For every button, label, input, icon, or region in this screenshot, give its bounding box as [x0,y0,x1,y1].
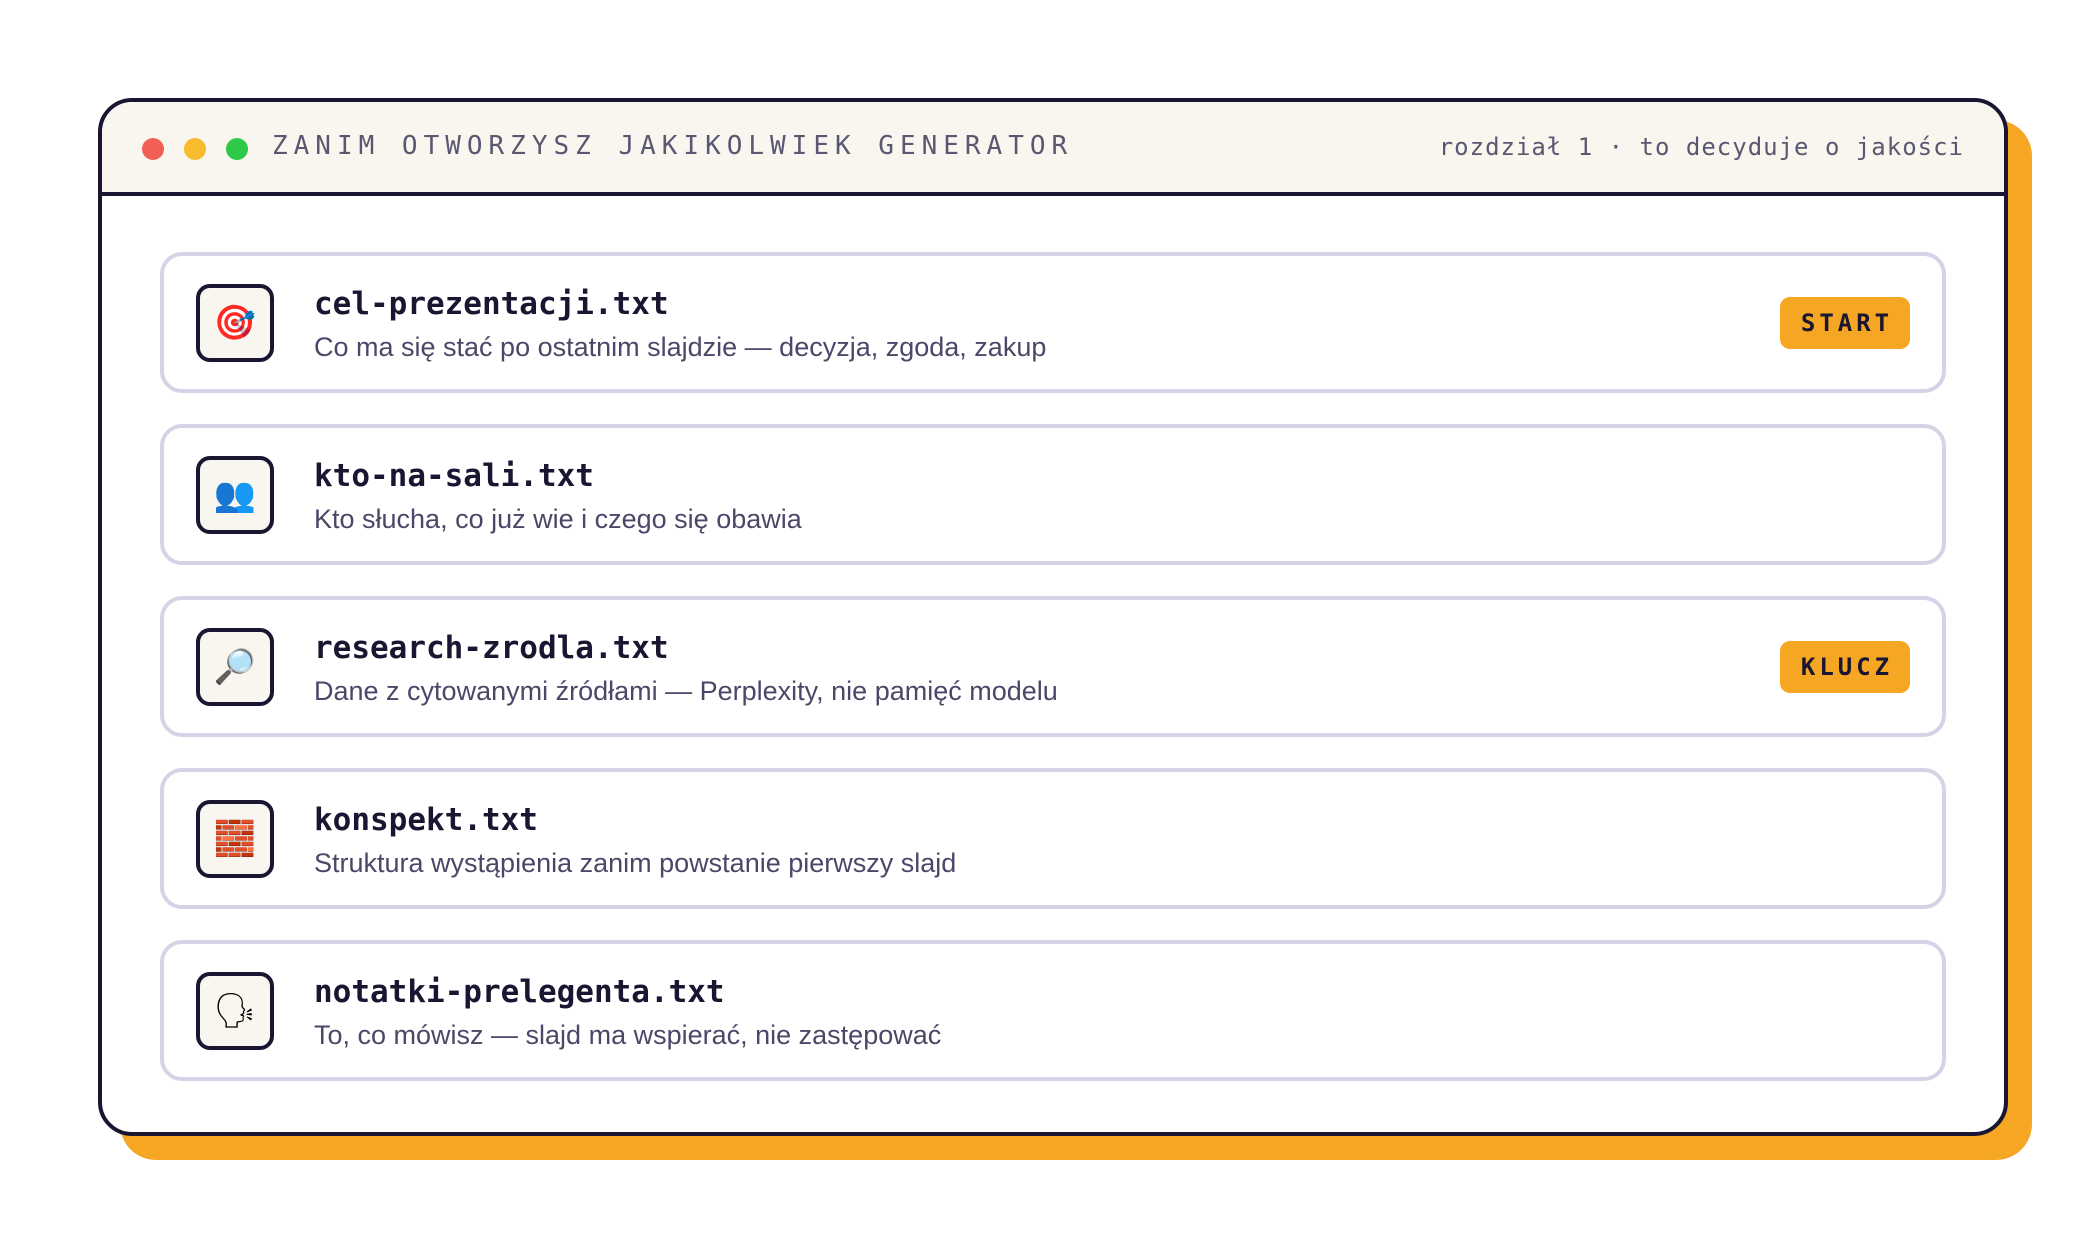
maximize-window-dot[interactable] [226,138,248,160]
file-description: To, co mówisz — slajd ma wspierać, nie z… [314,1020,942,1050]
bricks-icon: 🧱 [196,800,274,878]
file-name: kto-na-sali.txt [314,458,594,494]
file-item[interactable]: 🔎 research-zrodla.txt Dane z cytowanymi źr… [160,596,1946,737]
people-icon: 👥 [196,456,274,534]
file-name: notatki-prelegenta.txt [314,974,725,1010]
file-description: Dane z cytowanymi źródłami — Perplexity,… [314,676,1058,706]
file-description: Struktura wystąpienia zanim powstanie pi… [314,848,957,878]
minimize-window-dot[interactable] [184,138,206,160]
close-window-dot[interactable] [142,138,164,160]
file-list: 🎯 cel-prezentacji.txt Co ma się stać po os… [160,252,1946,1112]
window-title: ZANIM OTWORZYSZ JAKIKOLWIEK GENERATOR [272,131,1074,161]
speaking-head-icon: 🗣 [196,972,274,1050]
file-name: cel-prezentacji.txt [314,286,669,322]
target-icon: 🎯 [196,284,274,362]
file-badge: KLUCZ [1780,641,1910,693]
title-bar: ZANIM OTWORZYSZ JAKIKOLWIEK GENERATOR ro… [102,102,2004,196]
file-description: Co ma się stać po ostatnim slajdzie — de… [314,332,1047,362]
window-subtitle: rozdział 1 · to decyduje o jakości [1438,133,1964,161]
file-name: research-zrodla.txt [314,630,669,666]
app-window: ZANIM OTWORZYSZ JAKIKOLWIEK GENERATOR ro… [98,98,2008,1136]
magnifier-icon: 🔎 [196,628,274,706]
file-item[interactable]: 👥 kto-na-sali.txt Kto słucha, co już wie i… [160,424,1946,565]
file-item[interactable]: 🧱 konspekt.txt Struktura wystąpienia zanim… [160,768,1946,909]
file-item[interactable]: 🗣 notatki-prelegenta.txt To, co mówisz — s… [160,940,1946,1081]
file-item[interactable]: 🎯 cel-prezentacji.txt Co ma się stać po os… [160,252,1946,393]
file-description: Kto słucha, co już wie i czego się obawi… [314,504,802,534]
file-badge: START [1780,297,1910,349]
file-name: konspekt.txt [314,802,538,838]
